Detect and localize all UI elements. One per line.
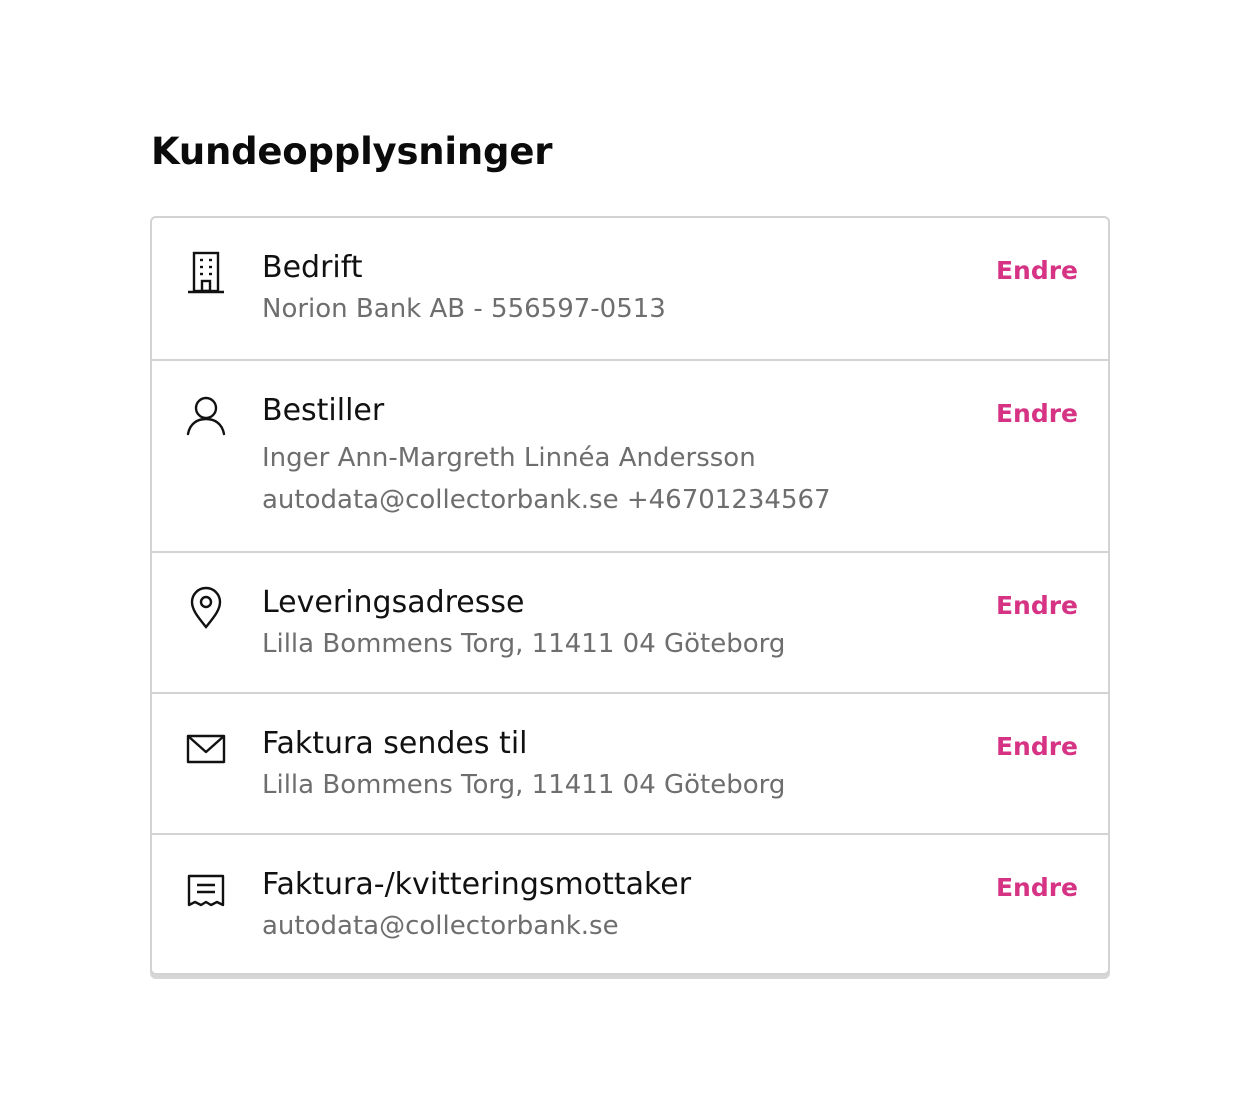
delivery-address: Lilla Bommens Torg, 11411 04 Göteborg (262, 629, 786, 659)
receipt-recipient-email: autodata@collectorbank.se (262, 911, 619, 941)
section-invoice-address: Faktura sendes til Lilla Bommens Torg, 1… (152, 692, 1108, 833)
section-label: Bedrift (262, 250, 363, 285)
envelope-icon (184, 726, 228, 772)
location-pin-icon (184, 585, 228, 631)
page-title: Kundeopplysninger (151, 130, 553, 173)
edit-invoice-address-button[interactable]: Endre (996, 730, 1078, 764)
building-icon (184, 250, 228, 296)
customer-info-card: Bedrift Norion Bank AB - 556597-0513 End… (150, 216, 1110, 975)
invoice-address: Lilla Bommens Torg, 11411 04 Göteborg (262, 770, 786, 800)
edit-delivery-address-button[interactable]: Endre (996, 589, 1078, 623)
section-orderer: Bestiller Inger Ann-Margreth Linnéa Ande… (152, 359, 1108, 551)
section-label: Bestiller (262, 393, 385, 428)
section-delivery-address: Leveringsadresse Lilla Bommens Torg, 114… (152, 551, 1108, 692)
orderer-contact: autodata@collectorbank.se +46701234567 (262, 485, 831, 515)
section-label: Faktura-/kvitteringsmottaker (262, 867, 692, 902)
section-company: Bedrift Norion Bank AB - 556597-0513 End… (152, 218, 1108, 359)
orderer-name: Inger Ann-Margreth Linnéa Andersson (262, 443, 756, 473)
edit-orderer-button[interactable]: Endre (996, 397, 1078, 431)
user-icon (184, 393, 228, 439)
edit-receipt-recipient-button[interactable]: Endre (996, 871, 1078, 905)
section-label: Leveringsadresse (262, 585, 525, 620)
company-name-orgnr: Norion Bank AB - 556597-0513 (262, 294, 666, 324)
edit-company-button[interactable]: Endre (996, 254, 1078, 288)
section-receipt-recipient: Faktura-/kvitteringsmottaker autodata@co… (152, 833, 1108, 973)
section-label: Faktura sendes til (262, 726, 528, 761)
receipt-icon (184, 867, 228, 913)
